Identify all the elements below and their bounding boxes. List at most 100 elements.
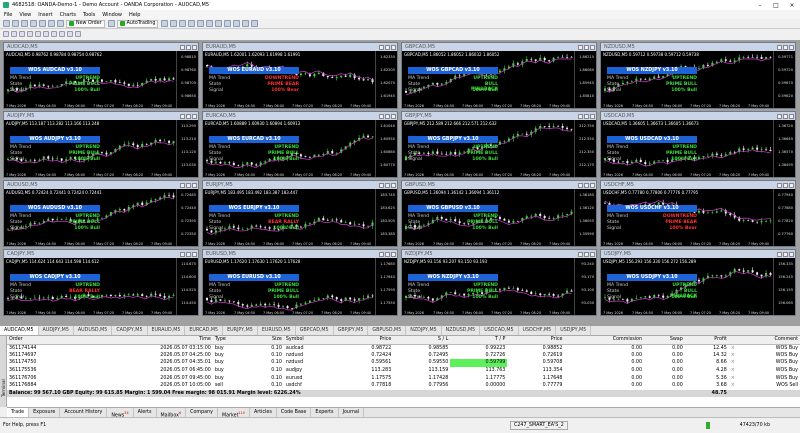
chart-close-icon[interactable] xyxy=(192,44,197,50)
chart-close-icon[interactable] xyxy=(590,113,595,119)
chart-minimize-icon[interactable] xyxy=(578,113,583,119)
terminal-tab[interactable]: Articles xyxy=(250,408,277,417)
chart-header[interactable]: GBPJPY,M5 xyxy=(402,112,596,120)
chart-maximize-icon[interactable] xyxy=(584,182,589,188)
chart-tab[interactable]: USDJPY,M5 xyxy=(556,326,592,335)
column-header[interactable]: S / L xyxy=(393,336,451,345)
terminal-tab[interactable]: Experts xyxy=(311,408,339,417)
chart-tab[interactable]: EURCAD,M5 xyxy=(185,326,224,335)
chart-body[interactable]: EURAUD,M5 1.62001 1.62093 1.61998 1.6199… xyxy=(203,51,397,108)
chart-tab[interactable]: CADJPY,M5 xyxy=(112,326,148,335)
chart-window[interactable]: AUDUSD,M5 AUDUSD,M5 0.72424 0.72441 0.72… xyxy=(3,180,199,247)
terminal-tab[interactable]: News34 xyxy=(107,408,134,419)
bar-chart-icon[interactable] xyxy=(161,20,169,27)
trendline-icon[interactable] xyxy=(35,31,41,37)
chart-close-icon[interactable] xyxy=(391,182,396,188)
chart-body[interactable]: USDCHF,M5 0.77780 0.77806 0.77776 0.7779… xyxy=(601,189,795,246)
chart-tab[interactable]: NZDJPY,M5 xyxy=(406,326,442,335)
menu-insert[interactable]: Insert xyxy=(38,12,52,18)
chart-window[interactable]: NZDJPY,M5 NZDJPY,M5 93.156 93.207 93.150… xyxy=(401,249,597,316)
chart-minimize-icon[interactable] xyxy=(379,251,384,257)
chart-window[interactable]: EURUSD,M5 EURUSD,M5 1.17620 1.17630 1.17… xyxy=(202,249,398,316)
horizontal-line-icon[interactable] xyxy=(27,31,33,37)
table-row[interactable]: 361176884 2026.05.07 10:05:00 sell 0.10 usdc… xyxy=(7,382,800,390)
chart-close-icon[interactable] xyxy=(391,251,396,257)
arrows-icon[interactable] xyxy=(75,31,81,37)
chart-header[interactable]: AUDUSD,M5 xyxy=(4,181,198,189)
menu-window[interactable]: Window xyxy=(102,12,122,18)
chart-header[interactable]: CADJPY,M5 xyxy=(4,250,198,258)
tile-windows-icon[interactable] xyxy=(206,20,214,27)
chart-window[interactable]: EURJPY,M5 EURJPY,M5 183.495 183.492 183.… xyxy=(202,180,398,247)
metaeditor-icon[interactable] xyxy=(107,20,115,27)
chart-close-icon[interactable] xyxy=(789,182,794,188)
chart-tab[interactable]: USDCHF,M5 xyxy=(519,326,557,335)
close-order-icon[interactable]: × xyxy=(729,382,737,390)
chart-close-icon[interactable] xyxy=(789,251,794,257)
periods-icon[interactable] xyxy=(242,20,250,27)
strategy-tester-icon[interactable] xyxy=(57,20,64,27)
templates-icon[interactable] xyxy=(251,20,259,27)
chart-minimize-icon[interactable] xyxy=(777,182,782,188)
chart-maximize-icon[interactable] xyxy=(584,113,589,119)
column-header[interactable]: Commission xyxy=(564,336,645,345)
chart-window[interactable]: AUDCAD,M5 AUDCAD,M5 0.98762 0.98784 0.98… xyxy=(3,42,199,109)
chart-window[interactable]: GBPJPY,M5 GBPJPY,M5 212.589 212.666 212.… xyxy=(401,111,597,178)
chart-body[interactable]: AUDUSD,M5 0.72424 0.72441 0.72424 0.7244… xyxy=(4,189,198,246)
terminal-icon[interactable] xyxy=(48,20,55,27)
status-profile[interactable]: C247_SMART_EA'S_2 xyxy=(510,421,568,430)
chart-close-icon[interactable] xyxy=(789,44,794,50)
chart-tab[interactable]: AUDUSD,M5 xyxy=(74,326,113,335)
terminal-tab[interactable]: Code Base xyxy=(277,408,312,417)
chart-minimize-icon[interactable] xyxy=(777,44,782,50)
chart-maximize-icon[interactable] xyxy=(783,44,788,50)
chart-tab[interactable]: EURJPY,M5 xyxy=(223,326,258,335)
new-chart-icon[interactable] xyxy=(3,20,10,27)
chart-header[interactable]: USDCHF,M5 xyxy=(601,181,795,189)
chart-maximize-icon[interactable] xyxy=(186,44,191,50)
chart-header[interactable]: NZDUSD,M5 xyxy=(601,43,795,51)
vertical-line-icon[interactable] xyxy=(19,31,25,37)
maximize-icon[interactable]: □ xyxy=(768,2,784,9)
chart-minimize-icon[interactable] xyxy=(180,182,185,188)
chart-body[interactable]: USDJPY,M5 156.293 156.330 156.272 156.28… xyxy=(601,258,795,315)
chart-minimize-icon[interactable] xyxy=(578,182,583,188)
chart-tab[interactable]: AUDJPY,M5 xyxy=(39,326,74,335)
chart-maximize-icon[interactable] xyxy=(584,44,589,50)
column-header[interactable]: Comment xyxy=(736,336,800,345)
terminal-tab[interactable]: Company xyxy=(186,408,218,417)
menu-tools[interactable]: Tools xyxy=(83,12,95,18)
chart-close-icon[interactable] xyxy=(789,113,794,119)
autotrading-button[interactable]: AutoTrading xyxy=(116,19,159,28)
chart-header[interactable]: AUDJPY,M5 xyxy=(4,112,198,120)
chart-window[interactable]: GBPUSD,M5 GBPUSD,M5 1.36094 1.36142 1.36… xyxy=(401,180,597,247)
table-row[interactable]: 361174750 2026.05.07 04:35:01 buy 0.10 nzdus… xyxy=(7,359,800,367)
chart-header[interactable]: USDJPY,M5 xyxy=(601,250,795,258)
column-header[interactable]: Time xyxy=(82,336,213,345)
chart-close-icon[interactable] xyxy=(192,113,197,119)
indicators-icon[interactable] xyxy=(233,20,241,27)
terminal-tab[interactable]: Alerts xyxy=(134,408,157,417)
terminal-tab[interactable]: Exposure xyxy=(29,408,61,417)
chart-header[interactable]: EURJPY,M5 xyxy=(203,181,397,189)
table-row[interactable]: 361175536 2026.05.07 06:45:00 buy 0.10 audjp… xyxy=(7,367,800,375)
chart-close-icon[interactable] xyxy=(590,44,595,50)
chart-minimize-icon[interactable] xyxy=(379,44,384,50)
chart-header[interactable]: USDCAD,M5 xyxy=(601,112,795,120)
chart-maximize-icon[interactable] xyxy=(783,113,788,119)
text-icon[interactable] xyxy=(59,31,65,37)
chart-body[interactable]: GBPCAD,M5 1.86052 1.86052 1.86032 1.8605… xyxy=(402,51,596,108)
chart-window[interactable]: USDCAD,M5 USDCAD,M5 1.36605 1.36673 1.36… xyxy=(600,111,796,178)
zoom-in-icon[interactable] xyxy=(188,20,196,27)
chart-body[interactable]: GBPJPY,M5 212.589 212.666 212.571 212.63… xyxy=(402,120,596,177)
chart-tab[interactable]: AUDCAD,M5 xyxy=(0,326,39,335)
table-row[interactable]: 361176706 2026.05.07 09:45:00 buy 0.10 eurus… xyxy=(7,374,800,382)
column-header[interactable]: Order xyxy=(7,336,83,345)
zoom-out-icon[interactable] xyxy=(197,20,205,27)
chart-close-icon[interactable] xyxy=(391,44,396,50)
chart-maximize-icon[interactable] xyxy=(186,182,191,188)
chart-maximize-icon[interactable] xyxy=(385,44,390,50)
line-chart-icon[interactable] xyxy=(179,20,187,27)
fibonacci-icon[interactable] xyxy=(51,31,57,37)
chart-shift-icon[interactable] xyxy=(224,20,232,27)
